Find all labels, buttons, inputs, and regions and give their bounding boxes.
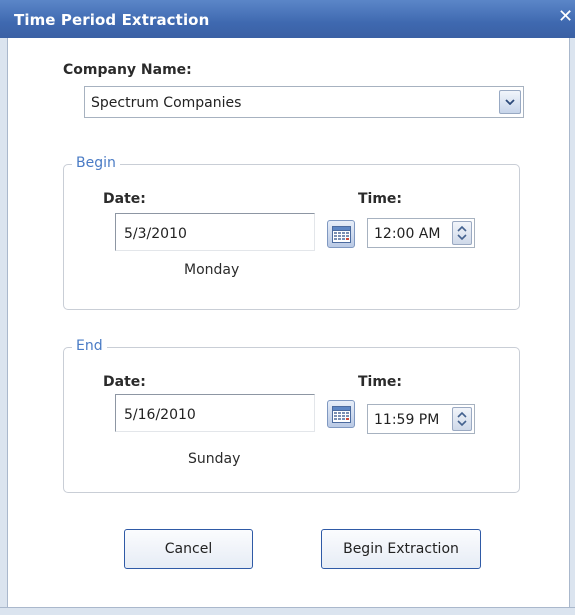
begin-time-value: 12:00 AM (374, 226, 441, 242)
begin-time-spinner[interactable] (452, 221, 472, 245)
end-time-spinner[interactable] (452, 407, 472, 431)
spinner-icon (457, 411, 467, 427)
spinner-icon (457, 225, 467, 241)
company-select[interactable]: Spectrum Companies (84, 86, 524, 118)
begin-date-label: Date: (103, 191, 146, 207)
cancel-button[interactable]: Cancel (124, 529, 253, 569)
window-frame-right (569, 38, 575, 615)
begin-date-input[interactable]: 5/3/2010 (115, 213, 315, 251)
begin-calendar-button[interactable] (327, 220, 355, 248)
end-date-label: Date: (103, 374, 146, 390)
end-date-value: 5/16/2010 (124, 407, 196, 423)
title-bar: Time Period Extraction ✕ (0, 0, 575, 38)
begin-weekday: Monday (184, 262, 240, 278)
begin-legend: Begin (72, 155, 120, 171)
calendar-icon (332, 406, 351, 423)
begin-date-value: 5/3/2010 (124, 226, 187, 242)
chevron-down-icon (505, 99, 515, 105)
close-icon[interactable]: ✕ (558, 8, 573, 26)
window-frame-bottom (0, 607, 575, 615)
window-frame-left (0, 38, 8, 615)
begin-time-label: Time: (358, 191, 403, 207)
end-calendar-button[interactable] (327, 400, 355, 428)
end-time-label: Time: (358, 374, 403, 390)
end-date-input[interactable]: 5/16/2010 (115, 394, 315, 432)
dialog-window: Time Period Extraction ✕ Company Name: S… (0, 0, 575, 615)
window-title: Time Period Extraction (14, 11, 210, 29)
calendar-icon (332, 226, 351, 243)
company-dropdown-button[interactable] (499, 90, 521, 114)
end-time-value: 11:59 PM (374, 412, 440, 428)
end-weekday: Sunday (188, 451, 241, 467)
begin-time-input[interactable]: 12:00 AM (367, 218, 475, 248)
company-select-value: Spectrum Companies (91, 95, 242, 111)
begin-extraction-button[interactable]: Begin Extraction (321, 529, 481, 569)
company-name-label: Company Name: (63, 62, 192, 78)
end-time-input[interactable]: 11:59 PM (367, 404, 475, 434)
end-legend: End (72, 338, 107, 354)
